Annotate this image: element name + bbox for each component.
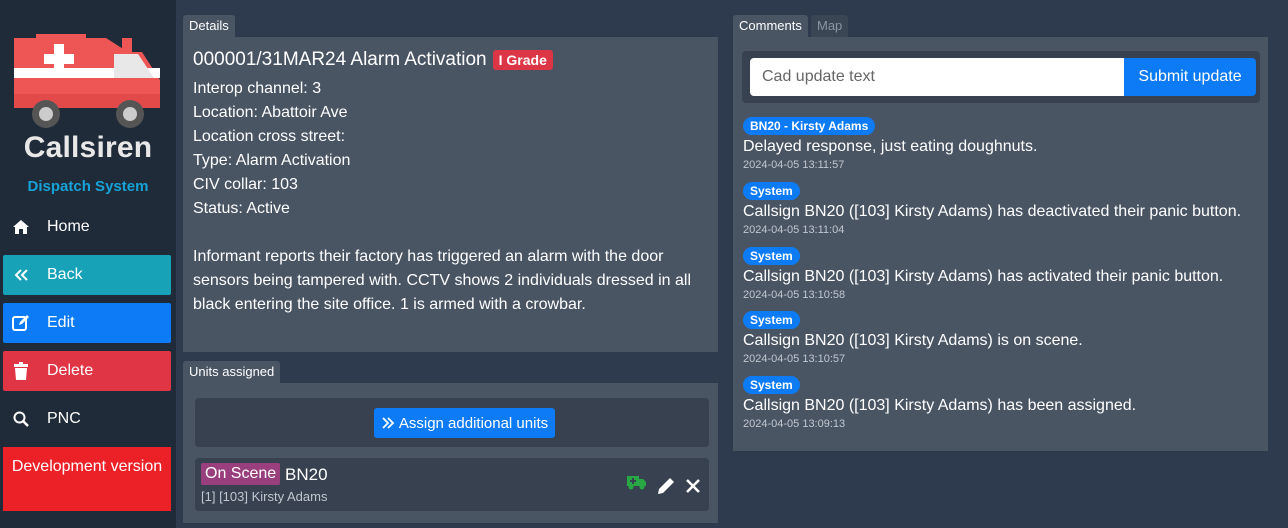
- assign-units-bar: Assign additional units: [195, 398, 709, 447]
- comment-author-badge: System: [743, 182, 800, 200]
- tab-map[interactable]: Map: [811, 15, 849, 37]
- location: Location: Abattoir Ave: [193, 104, 348, 121]
- pencil-icon[interactable]: [655, 475, 677, 497]
- units-panel: Assign additional units On Scene BN20 [1…: [183, 383, 718, 523]
- assign-button-label: Assign additional units: [398, 414, 549, 432]
- sidebar-item-edit[interactable]: Edit: [3, 303, 171, 343]
- incident-title-text: 000001/31MAR24 Alarm Activation: [193, 49, 487, 70]
- sidebar-item-label: Edit: [47, 314, 75, 331]
- sidebar: Callsiren Dispatch System Home Back Edit…: [0, 0, 176, 528]
- comment-author-badge: System: [743, 376, 800, 394]
- comment-author-badge: BN20 - Kirsty Adams: [743, 117, 876, 135]
- sidebar-item-label: Back: [47, 266, 83, 283]
- incident-status: Status: Active: [193, 200, 290, 217]
- details-panel: 000001/31MAR24 Alarm Activation I Grade …: [183, 37, 718, 352]
- cad-update-form: Submit update: [742, 51, 1260, 103]
- comment-timestamp: 2024-04-05 13:10:57: [743, 353, 846, 365]
- comment-author-badge: System: [743, 311, 800, 329]
- submit-update-button[interactable]: Submit update: [1124, 58, 1256, 96]
- sidebar-item-delete[interactable]: Delete: [3, 351, 171, 391]
- comment-item: System Callsign BN20 ([103] Kirsty Adams…: [743, 311, 1263, 365]
- close-icon[interactable]: [685, 478, 701, 494]
- sidebar-item-label: Home: [47, 218, 90, 235]
- ambulance-logo: [14, 34, 160, 128]
- cad-update-input[interactable]: [750, 58, 1124, 96]
- comment-timestamp: 2024-04-05 13:09:13: [743, 418, 846, 430]
- assign-additional-units-button[interactable]: Assign additional units: [374, 408, 555, 438]
- incident-title: 000001/31MAR24 Alarm Activation I Grade: [193, 49, 708, 71]
- development-notice: Development version: [3, 447, 171, 511]
- search-icon: [11, 409, 31, 429]
- civ-collar: CIV collar: 103: [193, 176, 298, 193]
- comment-item: System Callsign BN20 ([103] Kirsty Adams…: [743, 182, 1263, 236]
- unit-status-badge[interactable]: On Scene: [201, 463, 281, 485]
- sidebar-item-pnc[interactable]: PNC: [3, 399, 171, 439]
- tab-comments[interactable]: Comments: [733, 15, 808, 37]
- comment-timestamp: 2024-04-05 13:11:57: [743, 159, 845, 171]
- double-chevron-left-icon: [11, 265, 31, 285]
- comment-timestamp: 2024-04-05 13:11:04: [743, 224, 845, 236]
- sidebar-item-label: Delete: [47, 362, 94, 379]
- unit-members: [1] [103] Kirsty Adams: [201, 489, 328, 504]
- comment-item: BN20 - Kirsty Adams Delayed response, ju…: [743, 117, 1263, 171]
- comment-item: System Callsign BN20 ([103] Kirsty Adams…: [743, 376, 1263, 430]
- comment-timestamp: 2024-04-05 13:10:58: [743, 289, 846, 301]
- unit-callsign: BN20: [285, 465, 328, 484]
- comment-text: Callsign BN20 ([103] Kirsty Adams) is on…: [743, 332, 1083, 349]
- sidebar-item-home[interactable]: Home: [3, 207, 171, 247]
- double-chevron-right-icon: [382, 417, 395, 429]
- comment-text: Callsign BN20 ([103] Kirsty Adams) has d…: [743, 203, 1242, 220]
- edit-icon: [11, 313, 31, 333]
- ambulance-icon: [627, 476, 646, 490]
- unit-row: On Scene BN20 [1] [103] Kirsty Adams: [195, 458, 709, 511]
- trash-icon: [11, 361, 31, 381]
- comments-panel: Submit update BN20 - Kirsty Adams Delaye…: [733, 37, 1268, 451]
- comment-author-badge: System: [743, 247, 800, 265]
- sidebar-item-back[interactable]: Back: [3, 255, 171, 295]
- interop-channel: Interop channel: 3: [193, 80, 322, 97]
- logo-title: Callsiren: [23, 131, 153, 164]
- logo-subtitle: Dispatch System: [27, 178, 149, 195]
- sidebar-item-label: PNC: [47, 410, 81, 427]
- incident-narrative: Informant reports their factory has trig…: [193, 248, 692, 313]
- comment-text: Callsign BN20 ([103] Kirsty Adams) has a…: [743, 268, 1224, 285]
- comment-text: Delayed response, just eating doughnuts.: [743, 138, 1038, 155]
- home-icon: [11, 217, 31, 237]
- comment-item: System Callsign BN20 ([103] Kirsty Adams…: [743, 247, 1263, 301]
- tab-units-assigned[interactable]: Units assigned: [183, 361, 281, 383]
- incident-type: Type: Alarm Activation: [193, 152, 351, 169]
- grade-badge: I Grade: [492, 50, 553, 70]
- location-cross-street: Location cross street:: [193, 128, 346, 145]
- comment-text: Callsign BN20 ([103] Kirsty Adams) has b…: [743, 397, 1137, 414]
- tab-details[interactable]: Details: [183, 15, 235, 37]
- unit-actions: [627, 467, 701, 497]
